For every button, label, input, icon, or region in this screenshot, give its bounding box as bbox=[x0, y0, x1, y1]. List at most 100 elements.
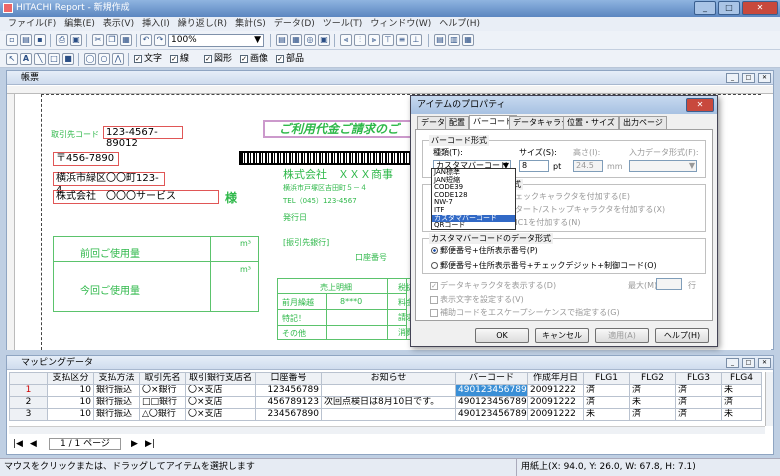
table-cell[interactable] bbox=[321, 408, 456, 421]
panel-minimize-button[interactable]: _ bbox=[726, 358, 739, 368]
text-tool-icon[interactable]: A bbox=[20, 53, 32, 65]
toggle-parts[interactable]: ✓ 部品 bbox=[276, 53, 304, 65]
table-cell[interactable]: 〇×支店 bbox=[185, 396, 256, 409]
height-input[interactable]: 24.5 bbox=[573, 160, 603, 172]
column-header[interactable]: 口座番号 bbox=[255, 372, 322, 385]
align-left-icon[interactable]: ⫷ bbox=[340, 34, 352, 46]
select-pointer-icon[interactable]: ↖ bbox=[6, 53, 18, 65]
filled-rect-tool-icon[interactable]: ■ bbox=[62, 53, 74, 65]
table-cell[interactable]: 済 bbox=[675, 396, 722, 409]
align-center-icon[interactable]: ⫶ bbox=[354, 34, 366, 46]
properties-icon[interactable]: ▤ bbox=[276, 34, 288, 46]
help-button[interactable]: ヘルプ(H) bbox=[655, 328, 709, 343]
tab-layout[interactable]: 配置 bbox=[445, 116, 469, 129]
postal-code-field[interactable]: 〒456-7890 bbox=[53, 152, 119, 166]
menu-edit[interactable]: 編集(E) bbox=[60, 17, 99, 31]
table-cell[interactable]: 済 bbox=[629, 408, 676, 421]
column-header[interactable]: FLG1 bbox=[583, 372, 630, 385]
dropdown-option[interactable]: QRコード bbox=[432, 222, 515, 230]
menu-insert[interactable]: 挿入(I) bbox=[138, 17, 174, 31]
customer-code-field[interactable]: 123-4567-89012 bbox=[103, 126, 183, 149]
table-icon[interactable]: ▦ bbox=[290, 34, 302, 46]
column-header[interactable]: バーコード bbox=[455, 372, 528, 385]
column-header[interactable]: 取引銀行支店名 bbox=[185, 372, 256, 385]
table-cell[interactable]: 4901234567894 bbox=[455, 408, 528, 421]
page-indicator[interactable]: 1 / 1 ページ bbox=[49, 438, 121, 450]
table-cell[interactable] bbox=[321, 384, 456, 397]
company-field[interactable]: 株式会社 〇〇〇サービス bbox=[53, 190, 219, 204]
table-cell[interactable]: 未 bbox=[721, 408, 762, 421]
circle-tool-icon[interactable]: ○ bbox=[98, 53, 110, 65]
check-character-option[interactable]: チェックキャラクタを付加する(E) bbox=[507, 191, 630, 202]
radio-postal-address[interactable]: 郵便番号+住所表示番号(P) bbox=[431, 245, 538, 256]
layout-icon-2[interactable]: ▥ bbox=[448, 34, 460, 46]
table-cell[interactable]: 銀行振込 bbox=[93, 384, 140, 397]
customer-barcode[interactable] bbox=[239, 151, 423, 165]
maximize-button[interactable]: □ bbox=[718, 1, 740, 15]
rect-tool-icon[interactable]: □ bbox=[48, 53, 60, 65]
table-cell[interactable]: 20091222 bbox=[527, 384, 584, 397]
preview-icon[interactable]: ▣ bbox=[70, 34, 82, 46]
horizontal-scrollbar[interactable] bbox=[9, 426, 765, 434]
minimize-button[interactable]: _ bbox=[694, 1, 716, 15]
address-field[interactable]: 横浜市緑区〇〇町123-4 bbox=[53, 172, 165, 196]
row-number-cell[interactable]: 2 bbox=[9, 396, 48, 409]
ok-button[interactable]: OK bbox=[475, 328, 529, 343]
column-header[interactable]: 支払方法 bbox=[93, 372, 140, 385]
vertical-scrollbar[interactable] bbox=[765, 372, 773, 426]
row-number-cell[interactable]: 3 bbox=[9, 408, 48, 421]
next-page-icon[interactable]: ▶ bbox=[131, 436, 138, 452]
print-icon[interactable]: ⎙ bbox=[56, 34, 68, 46]
column-header[interactable]: FLG3 bbox=[675, 372, 722, 385]
table-cell[interactable]: 123456789 bbox=[255, 384, 322, 397]
column-header[interactable]: FLG4 bbox=[721, 372, 762, 385]
table-cell[interactable]: 次回点検日は8月10日です。 bbox=[321, 396, 456, 409]
table-cell[interactable]: 20091222 bbox=[527, 408, 584, 421]
cancel-button[interactable]: キャンセル bbox=[535, 328, 589, 343]
show-data-character-option[interactable]: ✓ データキャラクタを表示する(D) bbox=[430, 280, 556, 291]
table-cell[interactable]: 234567890 bbox=[255, 408, 322, 421]
new-icon[interactable]: ▫ bbox=[6, 34, 18, 46]
table-cell[interactable]: 10 bbox=[47, 396, 94, 409]
table-cell[interactable]: 未 bbox=[721, 384, 762, 397]
start-stop-option[interactable]: スタート/ストップキャラクタを付加する(X) bbox=[507, 204, 665, 215]
toggle-shape[interactable]: ✓ 図形 bbox=[204, 53, 232, 65]
radio-postal-address-check[interactable]: 郵便番号+住所表示番号+チェックデジット+制御コード(O) bbox=[431, 260, 657, 271]
table-cell[interactable]: 〇×支店 bbox=[185, 408, 256, 421]
align-bottom-icon[interactable]: ⊥ bbox=[410, 34, 422, 46]
table-row[interactable]: 3 10 銀行振込 △〇銀行 〇×支店 234567890 4901234567894 200… bbox=[9, 408, 762, 421]
undo-icon[interactable]: ↶ bbox=[140, 34, 152, 46]
panel-restore-button[interactable]: □ bbox=[742, 358, 755, 368]
dialog-close-button[interactable]: ✕ bbox=[686, 98, 714, 112]
panel-minimize-button[interactable]: _ bbox=[726, 73, 739, 83]
table-row[interactable]: 1 10 銀行振込 〇×銀行 〇×支店 123456789 4901234567894 200… bbox=[9, 384, 762, 397]
table-cell[interactable]: △〇銀行 bbox=[139, 408, 186, 421]
table-cell[interactable]: 済 bbox=[629, 384, 676, 397]
table-cell[interactable]: 銀行振込 bbox=[93, 396, 140, 409]
open-icon[interactable]: ▤ bbox=[20, 34, 32, 46]
panel-restore-button[interactable]: □ bbox=[742, 73, 755, 83]
table-cell[interactable]: □□銀行 bbox=[139, 396, 186, 409]
table-cell[interactable]: 10 bbox=[47, 408, 94, 421]
menu-tools[interactable]: ツール(T) bbox=[319, 17, 367, 31]
column-header[interactable] bbox=[9, 372, 48, 385]
table-cell[interactable]: 銀行振込 bbox=[93, 408, 140, 421]
table-cell[interactable]: 〇×支店 bbox=[185, 384, 256, 397]
prev-page-icon[interactable]: ◀ bbox=[30, 439, 37, 449]
align-right-icon[interactable]: ⫸ bbox=[368, 34, 380, 46]
align-middle-icon[interactable]: ≡ bbox=[396, 34, 408, 46]
input-format-select[interactable]: ▼ bbox=[629, 160, 697, 172]
row-number-cell[interactable]: 1 bbox=[9, 384, 48, 397]
check-icon[interactable]: ◎ bbox=[304, 34, 316, 46]
table-cell[interactable]: 4901234567894 bbox=[455, 396, 528, 409]
escape-sequence-option[interactable]: 補助コードをエスケープシーケンスで指定する(G) bbox=[430, 307, 620, 318]
size-input[interactable]: 8 bbox=[519, 160, 549, 172]
menu-view[interactable]: 表示(V) bbox=[99, 17, 138, 31]
column-header[interactable]: FLG2 bbox=[629, 372, 676, 385]
save-icon[interactable]: ▪ bbox=[34, 34, 46, 46]
menu-data[interactable]: データ(D) bbox=[270, 17, 319, 31]
toggle-image[interactable]: ✓ 画像 bbox=[240, 53, 268, 65]
redo-icon[interactable]: ↷ bbox=[154, 34, 166, 46]
layout-icon-3[interactable]: ▦ bbox=[462, 34, 474, 46]
table-cell[interactable]: 10 bbox=[47, 384, 94, 397]
